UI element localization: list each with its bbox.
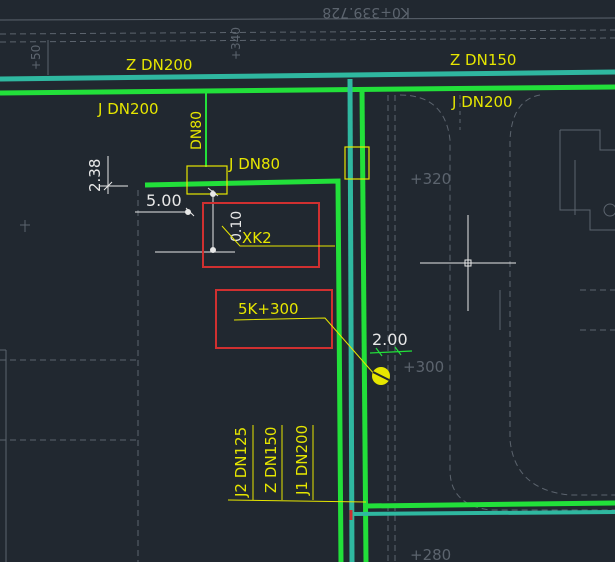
pipe-j-vertical-right	[359, 89, 369, 562]
label-xk2: XK2	[242, 229, 272, 247]
cad-drawing-canvas[interactable]: K0+339.728 +50 +340 +320 +300 +280 Z DN2…	[0, 0, 615, 562]
cad-crosshair-cursor-icon	[420, 215, 516, 311]
grade-bottom-text: +280	[410, 546, 451, 562]
grade-mid-text: +300	[403, 358, 444, 376]
label-dn80-vertical: DN80	[189, 111, 205, 150]
dim-2-00: 2.00	[372, 330, 408, 349]
pipe-j-main	[0, 84, 615, 96]
legend-j1-dn200: J1 DN200	[293, 425, 311, 496]
top-station-text: K0+339.728	[322, 4, 410, 20]
label-station-5k300: 5K+300	[238, 300, 299, 318]
label-j-dn80: J DN80	[228, 155, 280, 173]
cad-drawing-viewport[interactable]: K0+339.728 +50 +340 +320 +300 +280 Z DN2…	[0, 0, 615, 562]
pipe-bottom-teal	[351, 510, 615, 516]
grade-top-text: +320	[410, 170, 451, 188]
hydrant-valve-icon[interactable]	[372, 367, 390, 385]
label-z-dn150: Z DN150	[450, 51, 516, 69]
dim-5-00: 5.00	[146, 191, 182, 210]
pipe-z-vertical	[347, 78, 355, 562]
valve-box-left[interactable]	[186, 165, 228, 195]
label-j-dn200-right: J DN200	[451, 93, 513, 111]
dim-2-38: 2.38	[86, 159, 104, 192]
faint-left-text: +50	[29, 45, 43, 70]
legend-z-dn150: Z DN150	[262, 427, 280, 493]
label-z-dn200: Z DN200	[126, 56, 192, 74]
faint-top-text: +340	[229, 27, 243, 60]
pipe-bottom-green	[365, 500, 615, 509]
pipe-z-main	[0, 69, 615, 82]
legend-j2-dn125: J2 DN125	[232, 427, 250, 498]
label-j-dn200-left: J DN200	[97, 100, 159, 118]
